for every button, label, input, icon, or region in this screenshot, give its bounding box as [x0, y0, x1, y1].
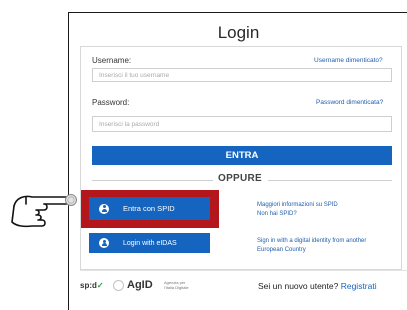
spid-logo: sp:d✓: [80, 281, 104, 290]
or-separator: OPPURE: [218, 173, 263, 184]
new-user-prompt: Sei un nuovo utente? Registrati: [258, 281, 377, 291]
eidas-info-line1[interactable]: Sign in with a digital identity from ano…: [257, 237, 366, 246]
spid-info: Maggiori informazioni su SPID Non hai SP…: [257, 201, 338, 219]
pointing-hand-icon: [11, 194, 77, 228]
eidas-login-button[interactable]: Login with eIDAS: [89, 233, 210, 253]
footer-divider: [80, 270, 407, 271]
submit-button[interactable]: ENTRA: [92, 146, 392, 165]
spid-more-info-link[interactable]: Maggiori informazioni su SPID: [257, 201, 338, 210]
forgot-username-link[interactable]: Username dimenticato?: [314, 57, 383, 64]
agid-logo-icon: [113, 280, 124, 291]
user-icon: [99, 238, 109, 248]
user-icon: [99, 203, 109, 214]
forgot-password-link[interactable]: Password dimenticata?: [316, 99, 383, 106]
eidas-button-label: Login with eIDAS: [123, 239, 177, 247]
no-spid-link[interactable]: Non hai SPID?: [257, 210, 338, 219]
agid-logo: AgID: [127, 279, 153, 291]
password-label: Password:: [92, 98, 130, 107]
page-title: Login: [217, 23, 260, 42]
divider-right: [268, 180, 392, 181]
username-label: Username:: [92, 56, 132, 65]
password-input[interactable]: Inserisci la password: [92, 116, 392, 132]
username-input[interactable]: Inserisci il tuo username: [92, 68, 392, 82]
register-link[interactable]: Registrati: [341, 281, 377, 291]
eidas-info: Sign in with a digital identity from ano…: [257, 237, 366, 255]
divider-left: [92, 180, 213, 181]
spid-button-label: Entra con SPID: [123, 204, 175, 213]
eidas-info-line2[interactable]: European Country: [257, 246, 366, 255]
spid-login-button[interactable]: Entra con SPID: [89, 197, 210, 220]
agid-subtext: Agenzia per l'Italia Digitale: [164, 280, 189, 290]
